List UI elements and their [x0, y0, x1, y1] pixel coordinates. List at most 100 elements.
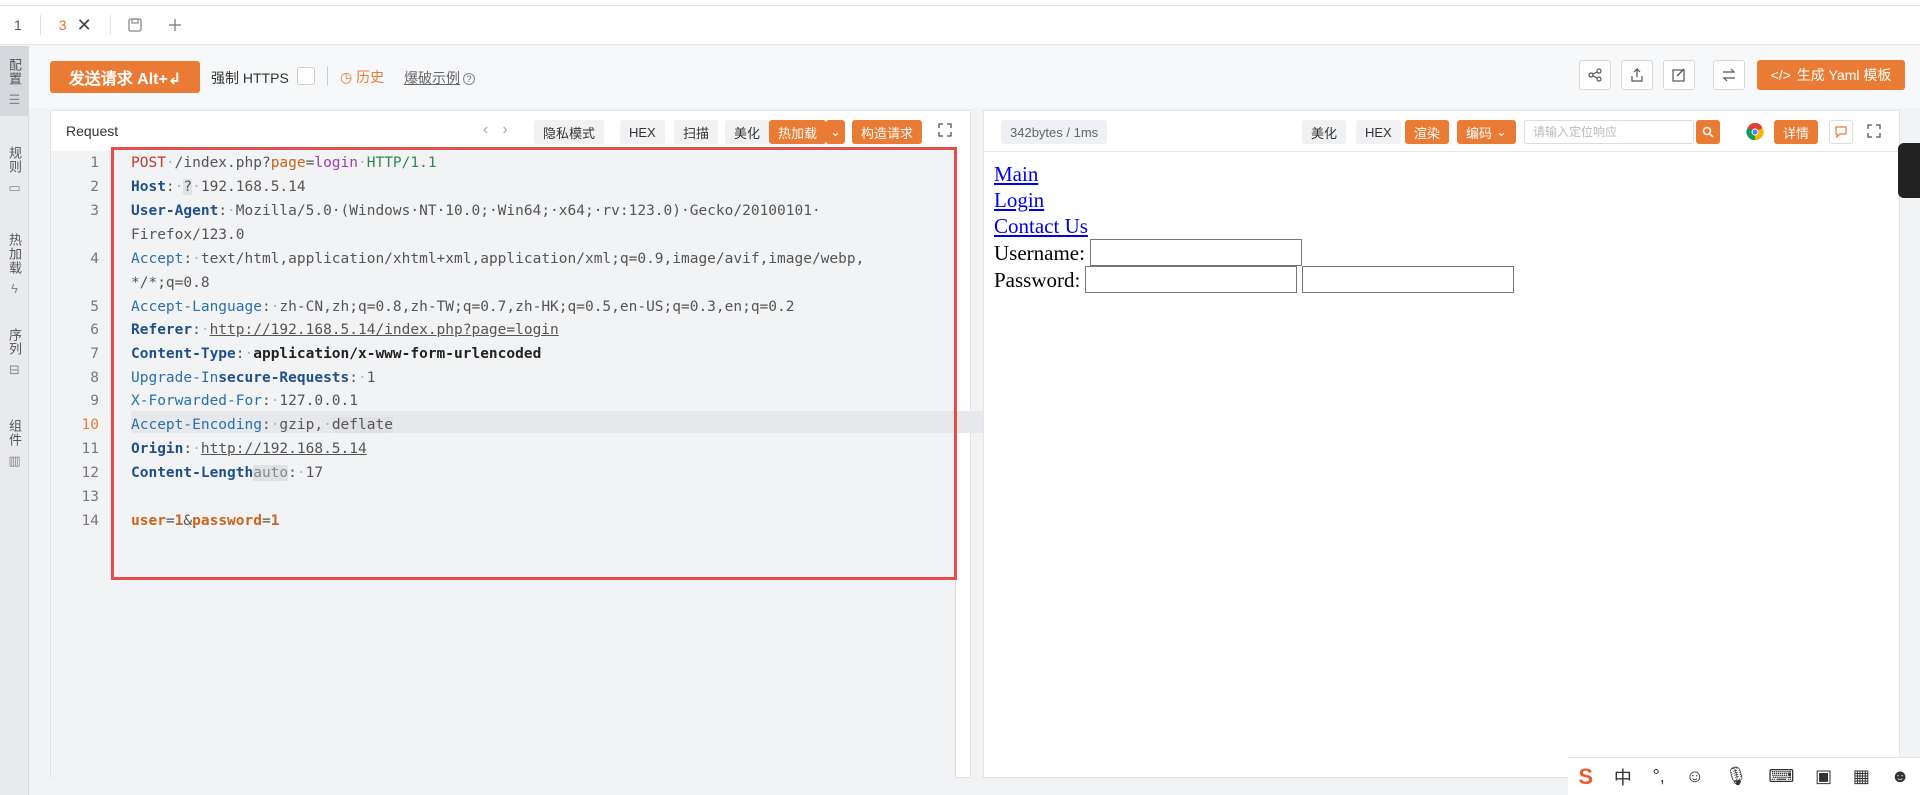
- sidebar-item-label: 热加载: [7, 233, 22, 275]
- grid-icon: ▥: [8, 453, 21, 468]
- ime-language-toggle[interactable]: 中: [1614, 764, 1632, 790]
- encode-label: 编码: [1466, 125, 1493, 141]
- chrome-icon[interactable]: [1746, 122, 1764, 144]
- scan-button[interactable]: 扫描: [674, 120, 719, 144]
- line-number: 2: [90, 179, 99, 195]
- beautify-button[interactable]: 美化: [1302, 120, 1347, 144]
- apps-grid-icon[interactable]: ▦: [1853, 766, 1870, 787]
- edit-icon[interactable]: [1663, 60, 1695, 90]
- tab-divider: [109, 15, 111, 35]
- line-number: 8: [90, 370, 99, 386]
- side-drawer-handle[interactable]: [1898, 143, 1920, 198]
- password-row: Password:: [994, 266, 1515, 293]
- locate-response-input[interactable]: 请输入定位响应: [1524, 120, 1694, 144]
- export-icon[interactable]: [1621, 60, 1653, 90]
- punctuation-toggle[interactable]: °,: [1653, 766, 1665, 787]
- response-panel: 342bytes / 1ms 美化 HEX 渲染 编码 ⌄ 请输入定位响应 详情 …: [983, 110, 1900, 778]
- sidebar-item-sequence[interactable]: 序列 ⊟: [0, 316, 29, 386]
- history-button[interactable]: ◷ 历史: [340, 67, 384, 87]
- comment-icon[interactable]: [1829, 120, 1853, 144]
- response-size-badge: 342bytes / 1ms: [1001, 120, 1108, 144]
- sidebar-item-components[interactable]: 组件 ▥: [0, 401, 29, 481]
- line-number: 10: [81, 417, 99, 433]
- sidebar-item-hotload[interactable]: 热加载 ϟ: [0, 221, 29, 311]
- request-title: Request: [66, 123, 119, 139]
- code-icon: </>: [1770, 67, 1791, 83]
- tab-divider: [39, 15, 41, 35]
- highlight-annotation-box: [111, 147, 957, 580]
- swap-icon[interactable]: [1713, 60, 1745, 90]
- chevron-down-icon: ⌄: [1496, 124, 1507, 139]
- line-number: 12: [81, 465, 99, 481]
- link-login[interactable]: Login: [994, 187, 1514, 213]
- add-tab-icon[interactable]: [155, 6, 195, 45]
- blast-example-link[interactable]: 爆破示例?: [404, 68, 475, 88]
- help-icon: ?: [463, 73, 475, 85]
- request-header: Request ‹› 隐私模式 HEX 扫描 美化 热加载 ⌄ 构造请求: [51, 111, 970, 151]
- line-number: 11: [81, 441, 99, 457]
- force-https-checkbox[interactable]: [297, 67, 315, 85]
- request-toolbar: 发送请求 Alt+↲ 强制 HTTPS ◷ 历史 爆破示例? </> 生成 Yam…: [29, 46, 1920, 108]
- bolt-icon: ϟ: [11, 281, 18, 296]
- line-number: 5: [90, 299, 99, 315]
- sidebar-item-label: 组件: [7, 419, 22, 447]
- password-label: Password:: [994, 267, 1081, 292]
- tab-1[interactable]: 1: [0, 6, 36, 45]
- send-request-button[interactable]: 发送请求 Alt+↲: [50, 61, 200, 93]
- force-https-label: 强制 HTTPS: [211, 70, 289, 86]
- tab-3[interactable]: 3 ✕: [45, 6, 106, 45]
- save-icon[interactable]: [115, 6, 155, 45]
- tab-label: 3: [58, 17, 67, 33]
- private-mode-button[interactable]: 隐私模式: [534, 120, 605, 144]
- hotload-button[interactable]: 热加载: [769, 120, 827, 144]
- build-request-button[interactable]: 构造请求: [852, 120, 923, 144]
- username-field[interactable]: [1089, 239, 1302, 266]
- generate-yaml-button[interactable]: </> 生成 Yaml 模板: [1757, 60, 1905, 90]
- line-number: 4: [90, 251, 99, 267]
- line-gutter: 1 2 3 4 5 6 7 8 9 10 11 12 13 14: [51, 151, 101, 778]
- link-main[interactable]: Main: [994, 161, 1514, 187]
- response-header: 342bytes / 1ms 美化 HEX 渲染 编码 ⌄ 请输入定位响应 详情: [984, 111, 1899, 152]
- history-nav-arrows[interactable]: ‹›: [483, 121, 522, 139]
- emoji-icon[interactable]: ☺: [1686, 766, 1704, 787]
- ime-toolbar: S 中 °, ☺ 🎙 ⌨ ▣ ▦ ☻: [1568, 757, 1920, 795]
- search-icon[interactable]: [1696, 120, 1720, 144]
- sidebar-item-label: 配置: [7, 58, 22, 86]
- keyboard-icon[interactable]: ⌨: [1768, 766, 1794, 787]
- password-field[interactable]: [1085, 266, 1298, 293]
- blast-example-label: 爆破示例: [404, 70, 460, 86]
- fullscreen-icon[interactable]: [1867, 124, 1881, 141]
- username-row: Username:: [994, 239, 1514, 266]
- username-label: Username:: [994, 240, 1085, 265]
- rendered-response: Main Login Contact Us Username: Password…: [994, 161, 1515, 293]
- hex-button[interactable]: HEX: [620, 120, 665, 144]
- generate-yaml-label: 生成 Yaml 模板: [1796, 67, 1892, 83]
- sidebar-item-label: 序列: [7, 328, 22, 356]
- sidebar-item-rules[interactable]: 规则 ▭: [0, 136, 29, 211]
- hex-button[interactable]: HEX: [1356, 120, 1401, 144]
- line-number: 7: [90, 346, 99, 362]
- sogou-logo-icon[interactable]: S: [1578, 764, 1593, 790]
- line-number: 1: [90, 155, 99, 171]
- history-label: 历史: [356, 69, 385, 85]
- encode-dropdown[interactable]: 编码 ⌄: [1457, 120, 1516, 144]
- line-number: 3: [90, 203, 99, 219]
- tab-label: 1: [14, 17, 22, 33]
- clipboard-icon: ▭: [8, 180, 21, 195]
- link-contact-us[interactable]: Contact Us: [994, 213, 1514, 239]
- hotload-dropdown-icon[interactable]: ⌄: [826, 120, 845, 144]
- clock-icon: ◷: [340, 69, 353, 85]
- line-number: 6: [90, 322, 99, 338]
- close-icon[interactable]: ✕: [77, 15, 92, 36]
- skin-icon[interactable]: ▣: [1815, 766, 1832, 787]
- microphone-icon[interactable]: 🎙: [1725, 766, 1748, 787]
- render-button[interactable]: 渲染: [1405, 120, 1450, 144]
- fullscreen-icon[interactable]: [938, 123, 952, 140]
- share-icon[interactable]: [1579, 60, 1611, 90]
- sidebar-item-config[interactable]: 配置 ☰: [0, 46, 29, 116]
- line-number: 14: [81, 513, 99, 529]
- submit-field[interactable]: [1302, 266, 1515, 293]
- beautify-button[interactable]: 美化: [725, 120, 770, 144]
- detail-button[interactable]: 详情: [1774, 120, 1819, 144]
- assistant-icon[interactable]: ☻: [1891, 766, 1910, 787]
